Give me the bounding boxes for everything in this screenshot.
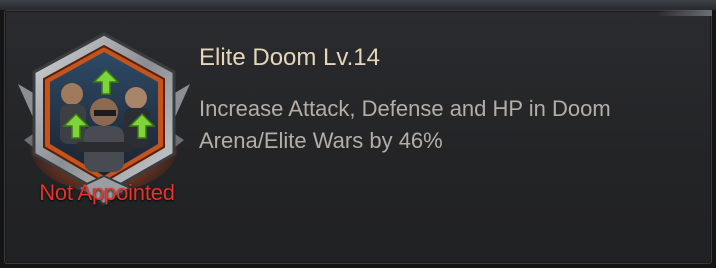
skill-description-line-2: Arena/Elite Wars by 46% [199,128,443,153]
appointment-status-label: Not Appointed [39,180,175,205]
skill-title: Elite Doom Lv.14 [199,44,380,71]
top-header-strip [0,0,716,10]
skill-description: Increase Attack, Defense and HP in Doom … [199,93,679,157]
skill-description-line-1: Increase Attack, Defense and HP in Doom [199,96,611,121]
panel-corner-accent [656,10,712,16]
